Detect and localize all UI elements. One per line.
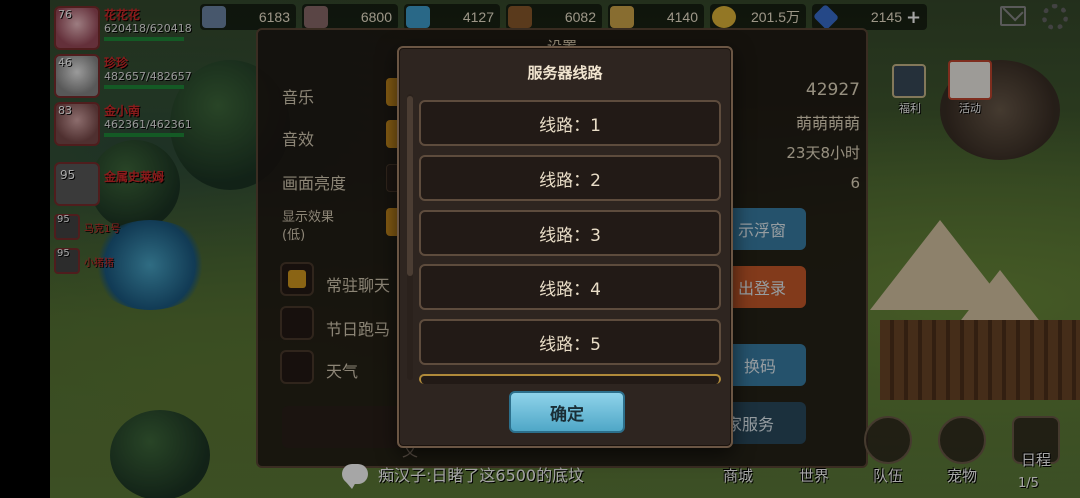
server-line-list: 线路：1 线路：2 线路：3 线路：4 线路：5 — [405, 94, 727, 424]
server-line-option[interactable]: 线路：2 — [419, 155, 721, 201]
server-line-option[interactable]: 线路：1 — [419, 100, 721, 146]
scroll-thumb[interactable] — [407, 96, 413, 276]
dialog-title: 服务器线路 — [527, 64, 603, 82]
server-line-dialog: 服务器线路 线路：1 线路：2 线路：3 线路：4 线路：5 确定 — [397, 46, 733, 448]
screen-left-edge — [0, 0, 50, 498]
server-line-option[interactable]: 线路：4 — [419, 264, 721, 310]
confirm-button[interactable]: 确定 — [509, 391, 625, 433]
server-line-option-partial[interactable] — [419, 374, 721, 384]
server-line-option[interactable]: 线路：5 — [419, 319, 721, 365]
server-line-option[interactable]: 线路：3 — [419, 210, 721, 256]
scrollbar[interactable] — [407, 94, 413, 380]
